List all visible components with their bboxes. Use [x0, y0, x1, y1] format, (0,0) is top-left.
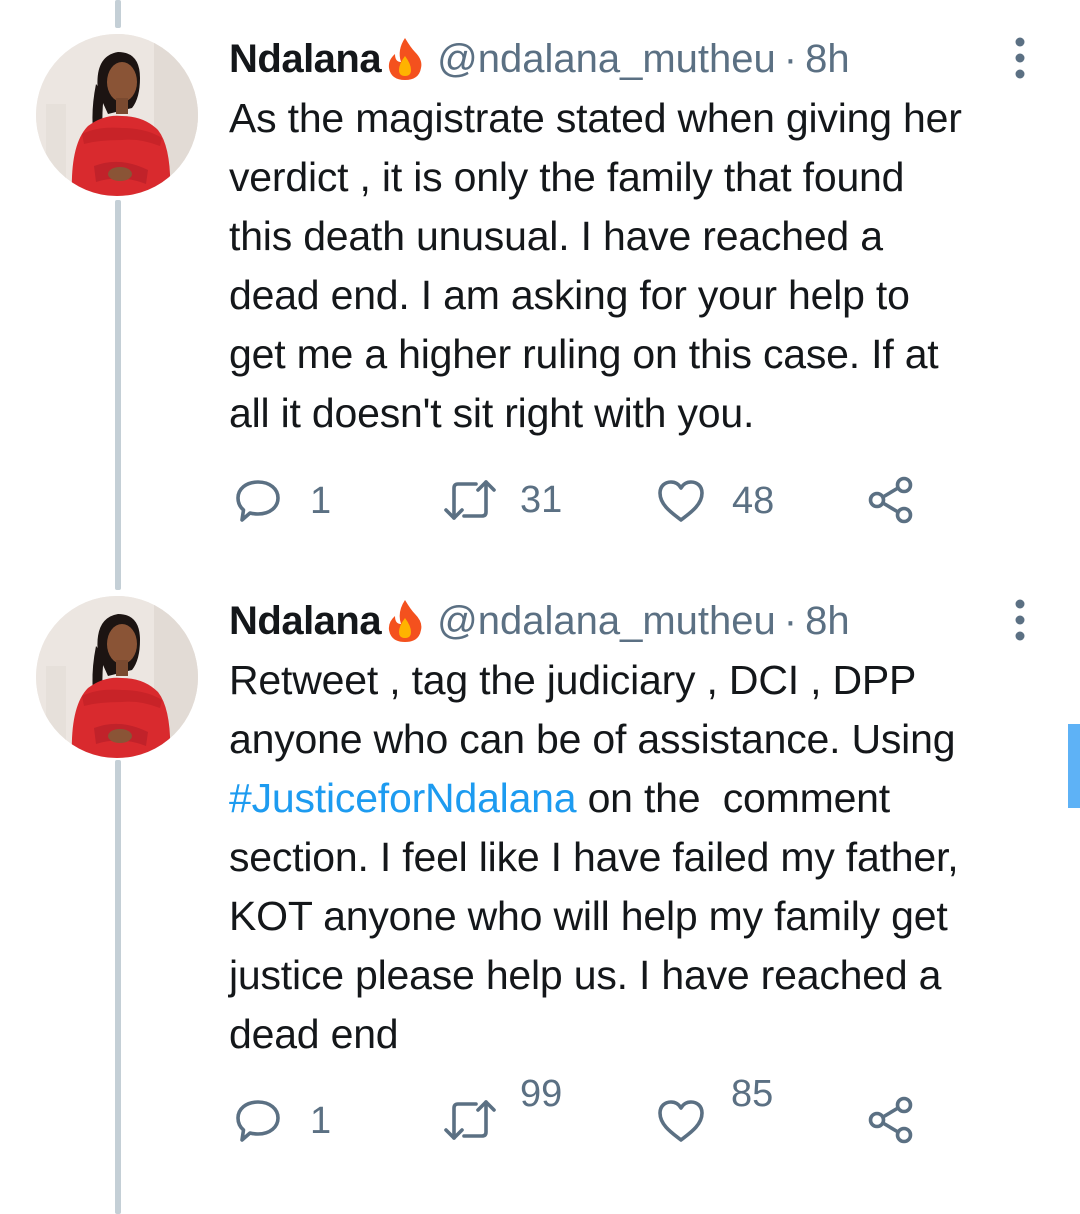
retweet-button[interactable]: 31: [442, 478, 562, 522]
tweet-header: Ndalana @ndalana_mutheu · 8h: [229, 34, 850, 84]
avatar[interactable]: [36, 596, 198, 758]
share-icon: [868, 1096, 913, 1144]
avatar[interactable]: [36, 34, 198, 196]
reply-icon: [236, 1100, 280, 1142]
share-button[interactable]: [866, 476, 916, 524]
handle[interactable]: @ndalana_mutheu: [437, 34, 776, 84]
tweet-text-part: Retweet , tag the judiciary , DCI , DPP …: [229, 657, 956, 762]
hashtag-link[interactable]: #JusticeforNdalana: [229, 775, 577, 821]
like-count: 85: [731, 1073, 774, 1115]
display-name[interactable]: Ndalana: [229, 596, 382, 646]
share-button[interactable]: [866, 1096, 916, 1144]
tweet-header: Ndalana @ndalana_mutheu · 8h: [229, 596, 850, 646]
retweet-icon: [444, 480, 496, 520]
reply-button[interactable]: 1: [234, 1098, 331, 1144]
retweet-count: 31: [520, 479, 563, 521]
fire-icon: [385, 36, 425, 82]
heart-icon: [658, 1100, 704, 1142]
reply-icon: [236, 480, 280, 522]
like-count: 48: [732, 480, 775, 522]
share-icon: [868, 476, 913, 524]
reply-count: 1: [310, 1100, 332, 1142]
display-name[interactable]: Ndalana: [229, 34, 382, 84]
like-button[interactable]: 48: [656, 478, 774, 524]
thread-line-bottom: [115, 760, 121, 1214]
more-options-icon[interactable]: [1010, 598, 1030, 642]
like-button[interactable]: [656, 1098, 706, 1144]
tweet-text: As the magistrate stated when giving her…: [229, 95, 962, 436]
more-options-icon[interactable]: [1010, 36, 1030, 80]
heart-icon: [658, 480, 704, 522]
timestamp[interactable]: 8h: [805, 34, 850, 84]
fire-icon: [385, 598, 425, 644]
thread-line-top: [115, 0, 121, 28]
tweet-text: Retweet , tag the judiciary , DCI , DPP …: [229, 651, 1059, 1064]
separator: ·: [783, 37, 798, 81]
thread-line-middle: [115, 200, 121, 590]
retweet-icon: [444, 1100, 496, 1140]
handle[interactable]: @ndalana_mutheu: [437, 596, 776, 646]
reply-button[interactable]: 1: [234, 478, 331, 524]
reply-count: 1: [310, 480, 332, 522]
retweet-count: 99: [520, 1073, 563, 1115]
retweet-button[interactable]: [442, 1098, 498, 1142]
separator: ·: [783, 599, 798, 643]
scrollbar-thumb[interactable]: [1068, 724, 1080, 808]
timestamp[interactable]: 8h: [805, 596, 850, 646]
